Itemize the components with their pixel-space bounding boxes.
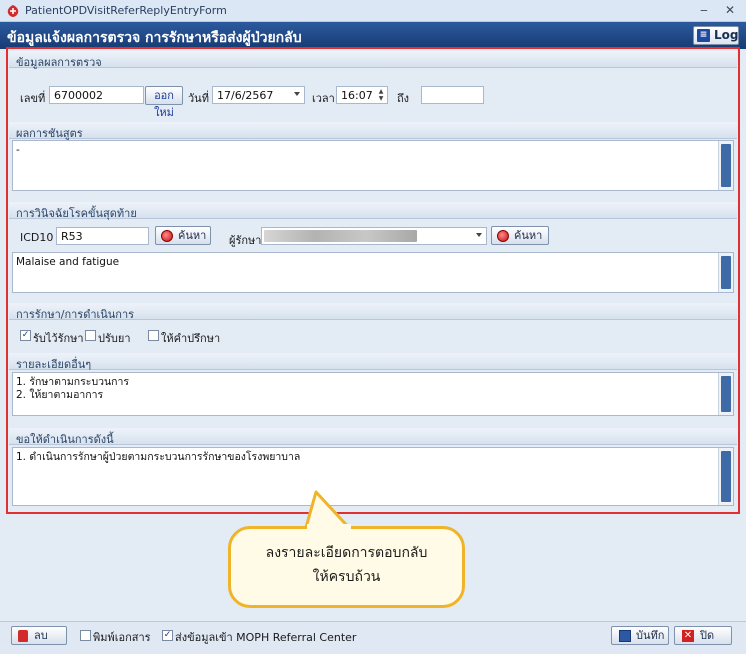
save-label: บันทึก bbox=[636, 629, 665, 642]
log-label: Log bbox=[714, 28, 739, 42]
minimize-icon[interactable]: ‒ bbox=[695, 3, 713, 19]
app-logo-icon bbox=[7, 5, 19, 17]
save-button[interactable]: บันทึก bbox=[611, 626, 669, 645]
callout-pointer-cover bbox=[307, 524, 351, 534]
form-header: ข้อมูลแจ้งผลการตรวจ การรักษาหรือส่งผู้ป่… bbox=[0, 22, 746, 49]
delete-button[interactable]: ลบ bbox=[11, 626, 67, 645]
callout-line-1: ลงรายละเอียดการตอบกลับ bbox=[265, 545, 428, 561]
highlight-frame bbox=[6, 47, 740, 514]
close-button[interactable]: ✕ ปิด bbox=[674, 626, 732, 645]
callout-text: ลงรายละเอียดการตอบกลับ ให้ครบถ้วน bbox=[228, 541, 465, 589]
form-title: ข้อมูลแจ้งผลการตรวจ การรักษาหรือส่งผู้ป่… bbox=[7, 30, 302, 46]
close-window-icon[interactable]: ✕ bbox=[721, 3, 739, 19]
print-document-label: พิมพ์เอกสาร bbox=[93, 631, 151, 644]
send-moph-label: ส่งข้อมูลเข้า MOPH Referral Center bbox=[175, 631, 357, 644]
log-icon: ≡ bbox=[697, 29, 710, 42]
save-icon bbox=[619, 630, 631, 642]
window-title: PatientOPDVisitReferReplyEntryForm bbox=[25, 4, 227, 17]
callout-line-2: ให้ครบถ้วน bbox=[312, 569, 381, 585]
print-document-checkbox[interactable] bbox=[80, 630, 91, 641]
delete-label: ลบ bbox=[34, 629, 48, 642]
close-label: ปิด bbox=[700, 629, 715, 642]
window-titlebar: PatientOPDVisitReferReplyEntryForm ‒ ✕ bbox=[0, 0, 746, 22]
close-icon: ✕ bbox=[682, 630, 694, 642]
log-button[interactable]: ≡ Log bbox=[693, 26, 739, 45]
send-moph-checkbox[interactable]: ✓ bbox=[162, 630, 173, 641]
trash-icon bbox=[18, 630, 28, 642]
